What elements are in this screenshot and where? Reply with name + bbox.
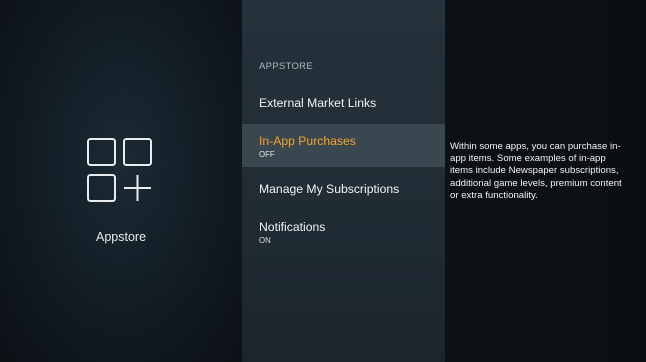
description-panel: Within some apps, you can purchase in-ap…	[445, 0, 646, 362]
menu-item-label: In-App Purchases	[259, 134, 356, 148]
menu-item-notifications[interactable]: Notifications ON	[242, 216, 445, 250]
settings-screen: Appstore APPSTORE External Market Links …	[0, 0, 646, 362]
menu-item-label: External Market Links	[259, 96, 377, 110]
menu-header: APPSTORE	[259, 61, 313, 72]
menu-item-label: Manage My Subscriptions	[259, 182, 400, 196]
app-grid-plus-icon	[87, 138, 152, 202]
menu-item-external-market-links[interactable]: External Market Links	[242, 93, 445, 115]
menu-item-in-app-purchases[interactable]: In-App Purchases OFF	[242, 124, 445, 167]
app-name: Appstore	[95, 230, 147, 244]
menu-item-status: ON	[259, 236, 271, 245]
menu-item-status: OFF	[259, 150, 275, 159]
description-text: Within some apps, you can purchase in-ap…	[450, 141, 622, 201]
settings-menu: APPSTORE External Market Links In-App Pu…	[242, 0, 445, 362]
menu-item-manage-my-subscriptions[interactable]: Manage My Subscriptions	[242, 179, 445, 201]
menu-item-label: Notifications	[259, 220, 326, 234]
app-panel: Appstore	[0, 0, 242, 362]
